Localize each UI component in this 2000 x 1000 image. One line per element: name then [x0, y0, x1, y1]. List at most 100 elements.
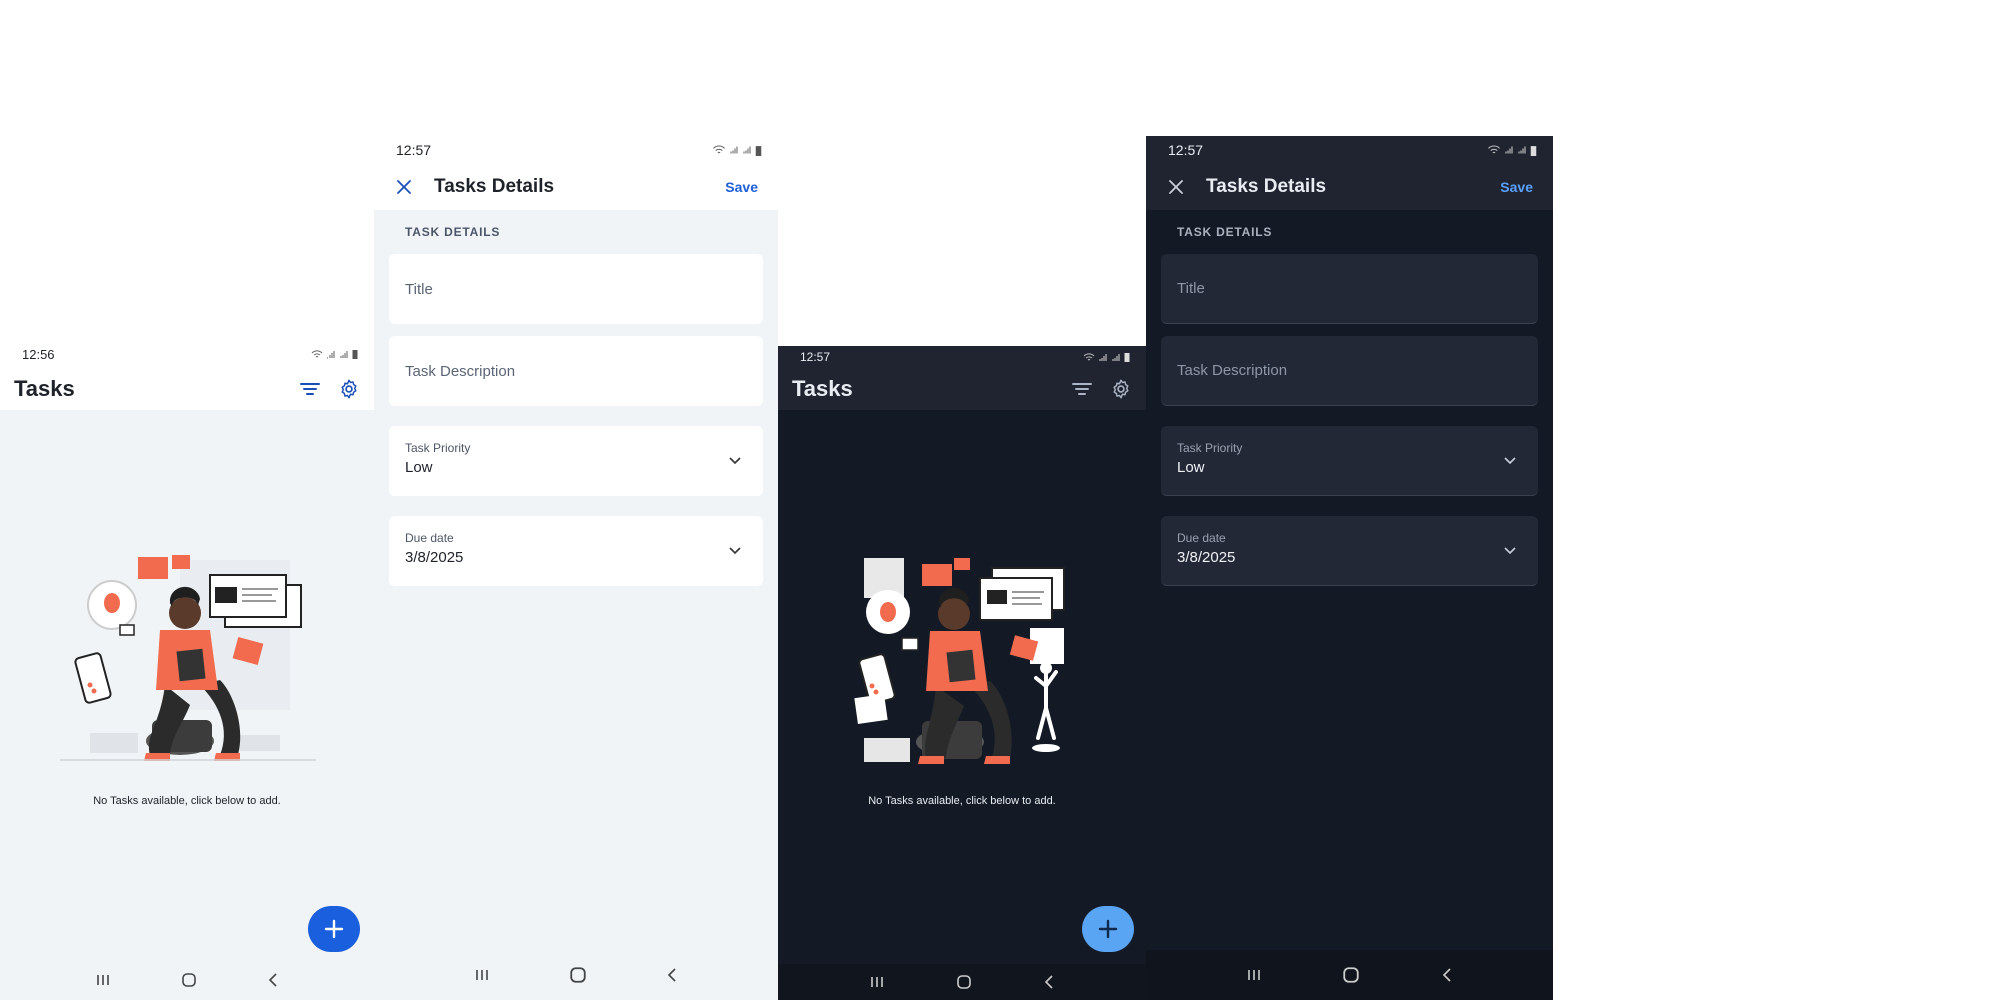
signal-icon-2 — [743, 146, 751, 154]
status-icons — [1083, 352, 1130, 362]
title-field[interactable]: Title — [1161, 254, 1538, 324]
battery-icon — [352, 350, 358, 359]
title-field[interactable]: Title — [389, 254, 763, 324]
signal-icon-2 — [1112, 353, 1120, 361]
chevron-down-icon — [729, 547, 741, 555]
signal-icon — [1505, 146, 1513, 154]
system-nav-bar — [374, 950, 778, 1000]
description-field[interactable]: Task Description — [389, 336, 763, 406]
details-app-bar: Tasks Details Save — [1146, 164, 1553, 210]
empty-state-message: No Tasks available, click below to add. — [868, 795, 1056, 807]
due-date-select[interactable]: Due date 3/8/2025 — [1161, 516, 1538, 586]
back-icon[interactable] — [1441, 967, 1453, 983]
recent-apps-icon[interactable] — [1246, 968, 1262, 982]
filter-icon[interactable] — [1072, 381, 1092, 397]
status-icons — [311, 349, 358, 359]
signal-icon — [327, 350, 335, 359]
status-time: 12:56 — [22, 346, 55, 362]
app-bar: Tasks — [778, 368, 1146, 410]
home-icon[interactable] — [1342, 966, 1360, 984]
screenshot-collage: 12:56 Tasks No Tasks available, click be… — [0, 0, 2000, 1000]
status-bar: 12:57 — [374, 136, 778, 164]
status-time: 12:57 — [396, 142, 432, 158]
signal-icon-2 — [1518, 146, 1526, 154]
page-title: Tasks — [792, 376, 853, 401]
priority-value: Low — [405, 459, 433, 476]
app-bar-actions — [300, 378, 360, 400]
app-bar: Tasks — [0, 368, 374, 410]
status-time: 12:57 — [800, 350, 831, 364]
recent-apps-icon[interactable] — [95, 973, 111, 987]
wifi-icon — [1488, 145, 1500, 154]
wifi-icon — [713, 145, 725, 154]
section-label: TASK DETAILS — [1177, 225, 1273, 239]
details-app-bar: Tasks Details Save — [374, 164, 778, 210]
signal-icon — [730, 146, 738, 154]
page-title: Tasks — [14, 376, 75, 401]
title-placeholder: Title — [405, 280, 433, 298]
back-icon[interactable] — [666, 967, 678, 983]
gear-icon[interactable] — [338, 378, 360, 400]
battery-icon — [755, 145, 762, 156]
signal-icon — [1099, 353, 1107, 361]
task-details-screen-dark: 12:57 Tasks Details Save TASK DETAILS Ti… — [1146, 136, 1553, 1000]
gear-icon[interactable] — [1110, 378, 1132, 400]
save-button[interactable]: Save — [1500, 179, 1533, 195]
signal-icon-2 — [340, 350, 348, 358]
due-date-select[interactable]: Due date 3/8/2025 — [389, 516, 763, 586]
wifi-icon — [1083, 352, 1095, 360]
page-title: Tasks Details — [434, 176, 555, 197]
close-button[interactable] — [1166, 177, 1186, 197]
chevron-down-icon — [1504, 457, 1516, 465]
title-placeholder: Title — [1177, 280, 1205, 297]
tasks-screen-light: 12:56 Tasks No Tasks available, click be… — [0, 340, 374, 1000]
home-icon[interactable] — [181, 972, 197, 988]
due-date-label: Due date — [1177, 531, 1226, 545]
priority-select[interactable]: Task Priority Low — [1161, 426, 1538, 496]
recent-apps-icon[interactable] — [869, 975, 885, 989]
system-nav-bar — [0, 960, 374, 1000]
wifi-icon — [311, 349, 323, 357]
description-placeholder: Task Description — [405, 362, 516, 380]
battery-icon — [1124, 353, 1130, 362]
priority-label: Task Priority — [1177, 441, 1243, 455]
task-details-screen-light: 12:57 Tasks Details Save TASK DETAILS Ti… — [374, 136, 778, 1000]
chevron-down-icon — [1504, 547, 1516, 555]
plus-icon — [324, 919, 344, 939]
back-icon[interactable] — [267, 972, 279, 988]
tasks-screen-dark: 12:57 Tasks No Tasks available, click be… — [778, 346, 1146, 1000]
recent-apps-icon[interactable] — [474, 968, 490, 982]
app-bar-actions — [1072, 378, 1132, 400]
description-field[interactable]: Task Description — [1161, 336, 1538, 406]
empty-state-illustration — [60, 555, 316, 761]
close-button[interactable] — [394, 177, 414, 197]
priority-value: Low — [1177, 459, 1205, 476]
add-task-button[interactable] — [308, 906, 360, 952]
page-title: Tasks Details — [1206, 176, 1327, 197]
empty-state-message: No Tasks available, click below to add. — [93, 795, 281, 807]
close-icon — [397, 180, 411, 194]
status-icons — [712, 145, 762, 156]
home-icon[interactable] — [956, 974, 972, 990]
home-icon[interactable] — [569, 966, 587, 984]
filter-icon[interactable] — [300, 381, 320, 397]
due-date-label: Due date — [405, 531, 454, 545]
empty-state-illustration — [854, 558, 1065, 764]
system-nav-bar — [778, 964, 1146, 1000]
plus-icon — [1098, 919, 1118, 939]
chevron-down-icon — [729, 457, 741, 465]
priority-select[interactable]: Task Priority Low — [389, 426, 763, 496]
description-placeholder: Task Description — [1177, 362, 1288, 379]
status-bar: 12:57 — [1146, 136, 1553, 164]
save-button[interactable]: Save — [725, 179, 758, 195]
close-icon — [1169, 180, 1183, 194]
add-task-button[interactable] — [1082, 906, 1134, 952]
due-date-value: 3/8/2025 — [405, 549, 464, 566]
status-time: 12:57 — [1168, 142, 1204, 158]
status-icons — [1487, 145, 1537, 156]
battery-icon — [1530, 145, 1537, 156]
status-bar: 12:57 — [778, 346, 1146, 368]
section-label: TASK DETAILS — [405, 225, 501, 239]
back-icon[interactable] — [1043, 974, 1055, 990]
status-bar: 12:56 — [0, 340, 374, 368]
